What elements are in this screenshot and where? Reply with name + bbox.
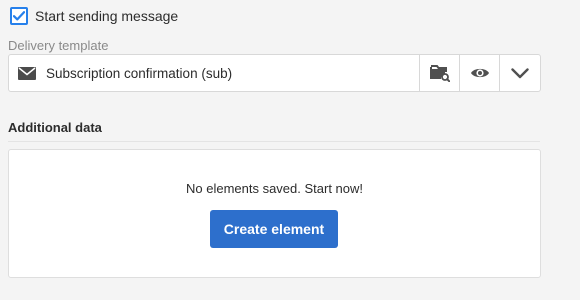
additional-data-empty-state: No elements saved. Start now! Create ele…: [8, 149, 541, 278]
eye-icon: [470, 68, 489, 78]
checkmark-icon: [13, 11, 25, 21]
empty-state-message: No elements saved. Start now!: [185, 181, 364, 196]
delivery-template-label: Delivery template: [8, 38, 109, 53]
delivery-template-picker: Subscription confirmation (sub): [8, 54, 541, 92]
delivery-template-text: Subscription confirmation (sub): [46, 65, 233, 81]
envelope-icon: [18, 66, 36, 80]
start-sending-checkbox[interactable]: [10, 7, 28, 25]
preview-template-button[interactable]: [459, 55, 499, 91]
start-sending-checkbox-row[interactable]: Start sending message: [10, 6, 178, 26]
folder-search-icon: [429, 65, 450, 82]
additional-data-title: Additional data: [8, 120, 102, 135]
delivery-settings-panel: Start sending message Delivery template …: [0, 0, 580, 300]
delivery-template-value[interactable]: Subscription confirmation (sub): [9, 55, 419, 91]
template-options-button[interactable]: [499, 55, 540, 91]
browse-templates-button[interactable]: [419, 55, 459, 91]
start-sending-label: Start sending message: [35, 8, 179, 24]
section-divider: [8, 141, 540, 142]
create-element-button[interactable]: Create element: [210, 210, 338, 248]
chevron-down-icon: [511, 67, 529, 78]
